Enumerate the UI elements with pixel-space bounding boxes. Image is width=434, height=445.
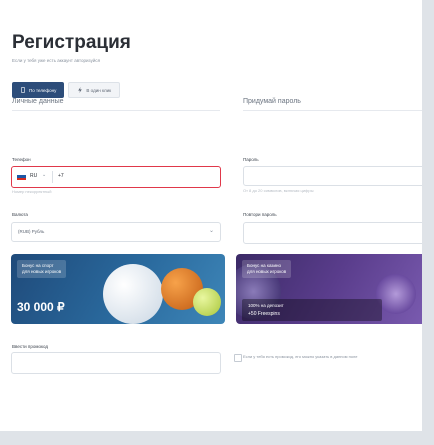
phone-label: Телефон [12, 157, 31, 162]
country-code[interactable]: RU [30, 173, 37, 179]
currency-value: (RUB) Рубль [18, 229, 45, 234]
password-hint: От 8 до 20 символов, включая цифры [243, 188, 314, 193]
phone-divider [52, 171, 53, 183]
tennis-ball-icon [193, 288, 221, 316]
casino-offer: 100% на депозит +50 Freespins [242, 299, 382, 321]
sport-bonus-card[interactable]: Бонус на спорт для новых игроков 30 000 … [11, 254, 225, 324]
tab-one-click-label: В один клик [86, 87, 112, 93]
chevron-down-icon[interactable]: ⌄ [42, 172, 46, 178]
tab-by-phone-label: По телефону [29, 87, 57, 93]
page-bottom-background [0, 431, 434, 445]
phone-input[interactable]: RU ⌄ +7 [11, 166, 221, 188]
password-section-title: Придумай пароль [243, 98, 301, 105]
password-label: Пароль [243, 157, 259, 162]
currency-select[interactable]: (RUB) Рубль ⌄ [11, 222, 221, 242]
sport-bonus-amount: 30 000 ₽ [17, 300, 65, 314]
currency-label: Валюта [12, 212, 28, 217]
repeat-password-input[interactable] [243, 222, 422, 244]
registration-card: Регистрация Если у тебя уже есть аккаунт… [0, 0, 422, 431]
agreement-checkbox[interactable] [234, 354, 242, 362]
casino-chip-icon [376, 274, 416, 314]
login-hint[interactable]: Если у тебя уже есть аккаунт авторизуйся [12, 58, 100, 63]
tab-one-click[interactable]: В один клик [68, 82, 121, 98]
promo-code-label: Ввести промокод [12, 344, 49, 349]
password-divider [243, 110, 422, 111]
promo-code-input[interactable] [11, 352, 221, 374]
football-icon [103, 264, 163, 324]
phone-prefix: +7 [58, 173, 64, 179]
phone-error: Номер некорректный [12, 189, 52, 194]
page-title: Регистрация [12, 32, 131, 53]
casino-bonus-card[interactable]: Бонус на казино для новых игроков 100% н… [236, 254, 422, 324]
personal-section-title: Личные данные [12, 98, 64, 105]
chevron-down-icon: ⌄ [208, 228, 214, 234]
repeat-password-label: Повтори пароль [243, 212, 277, 217]
promo-agreement-text: Если у тебя есть промокод, его можно ука… [243, 354, 358, 359]
lightning-icon [78, 87, 83, 93]
password-input[interactable] [243, 166, 422, 186]
sport-bonus-badge: Бонус на спорт для новых игроков [17, 260, 67, 278]
phone-icon [21, 87, 25, 93]
tab-by-phone[interactable]: По телефону [12, 82, 65, 98]
personal-divider [12, 110, 220, 111]
casino-bonus-badge: Бонус на казино для новых игроков [242, 260, 292, 278]
registration-tabs: По телефону В один клик [12, 82, 121, 98]
scrollbar-track[interactable] [422, 0, 434, 445]
russia-flag-icon [17, 173, 26, 180]
